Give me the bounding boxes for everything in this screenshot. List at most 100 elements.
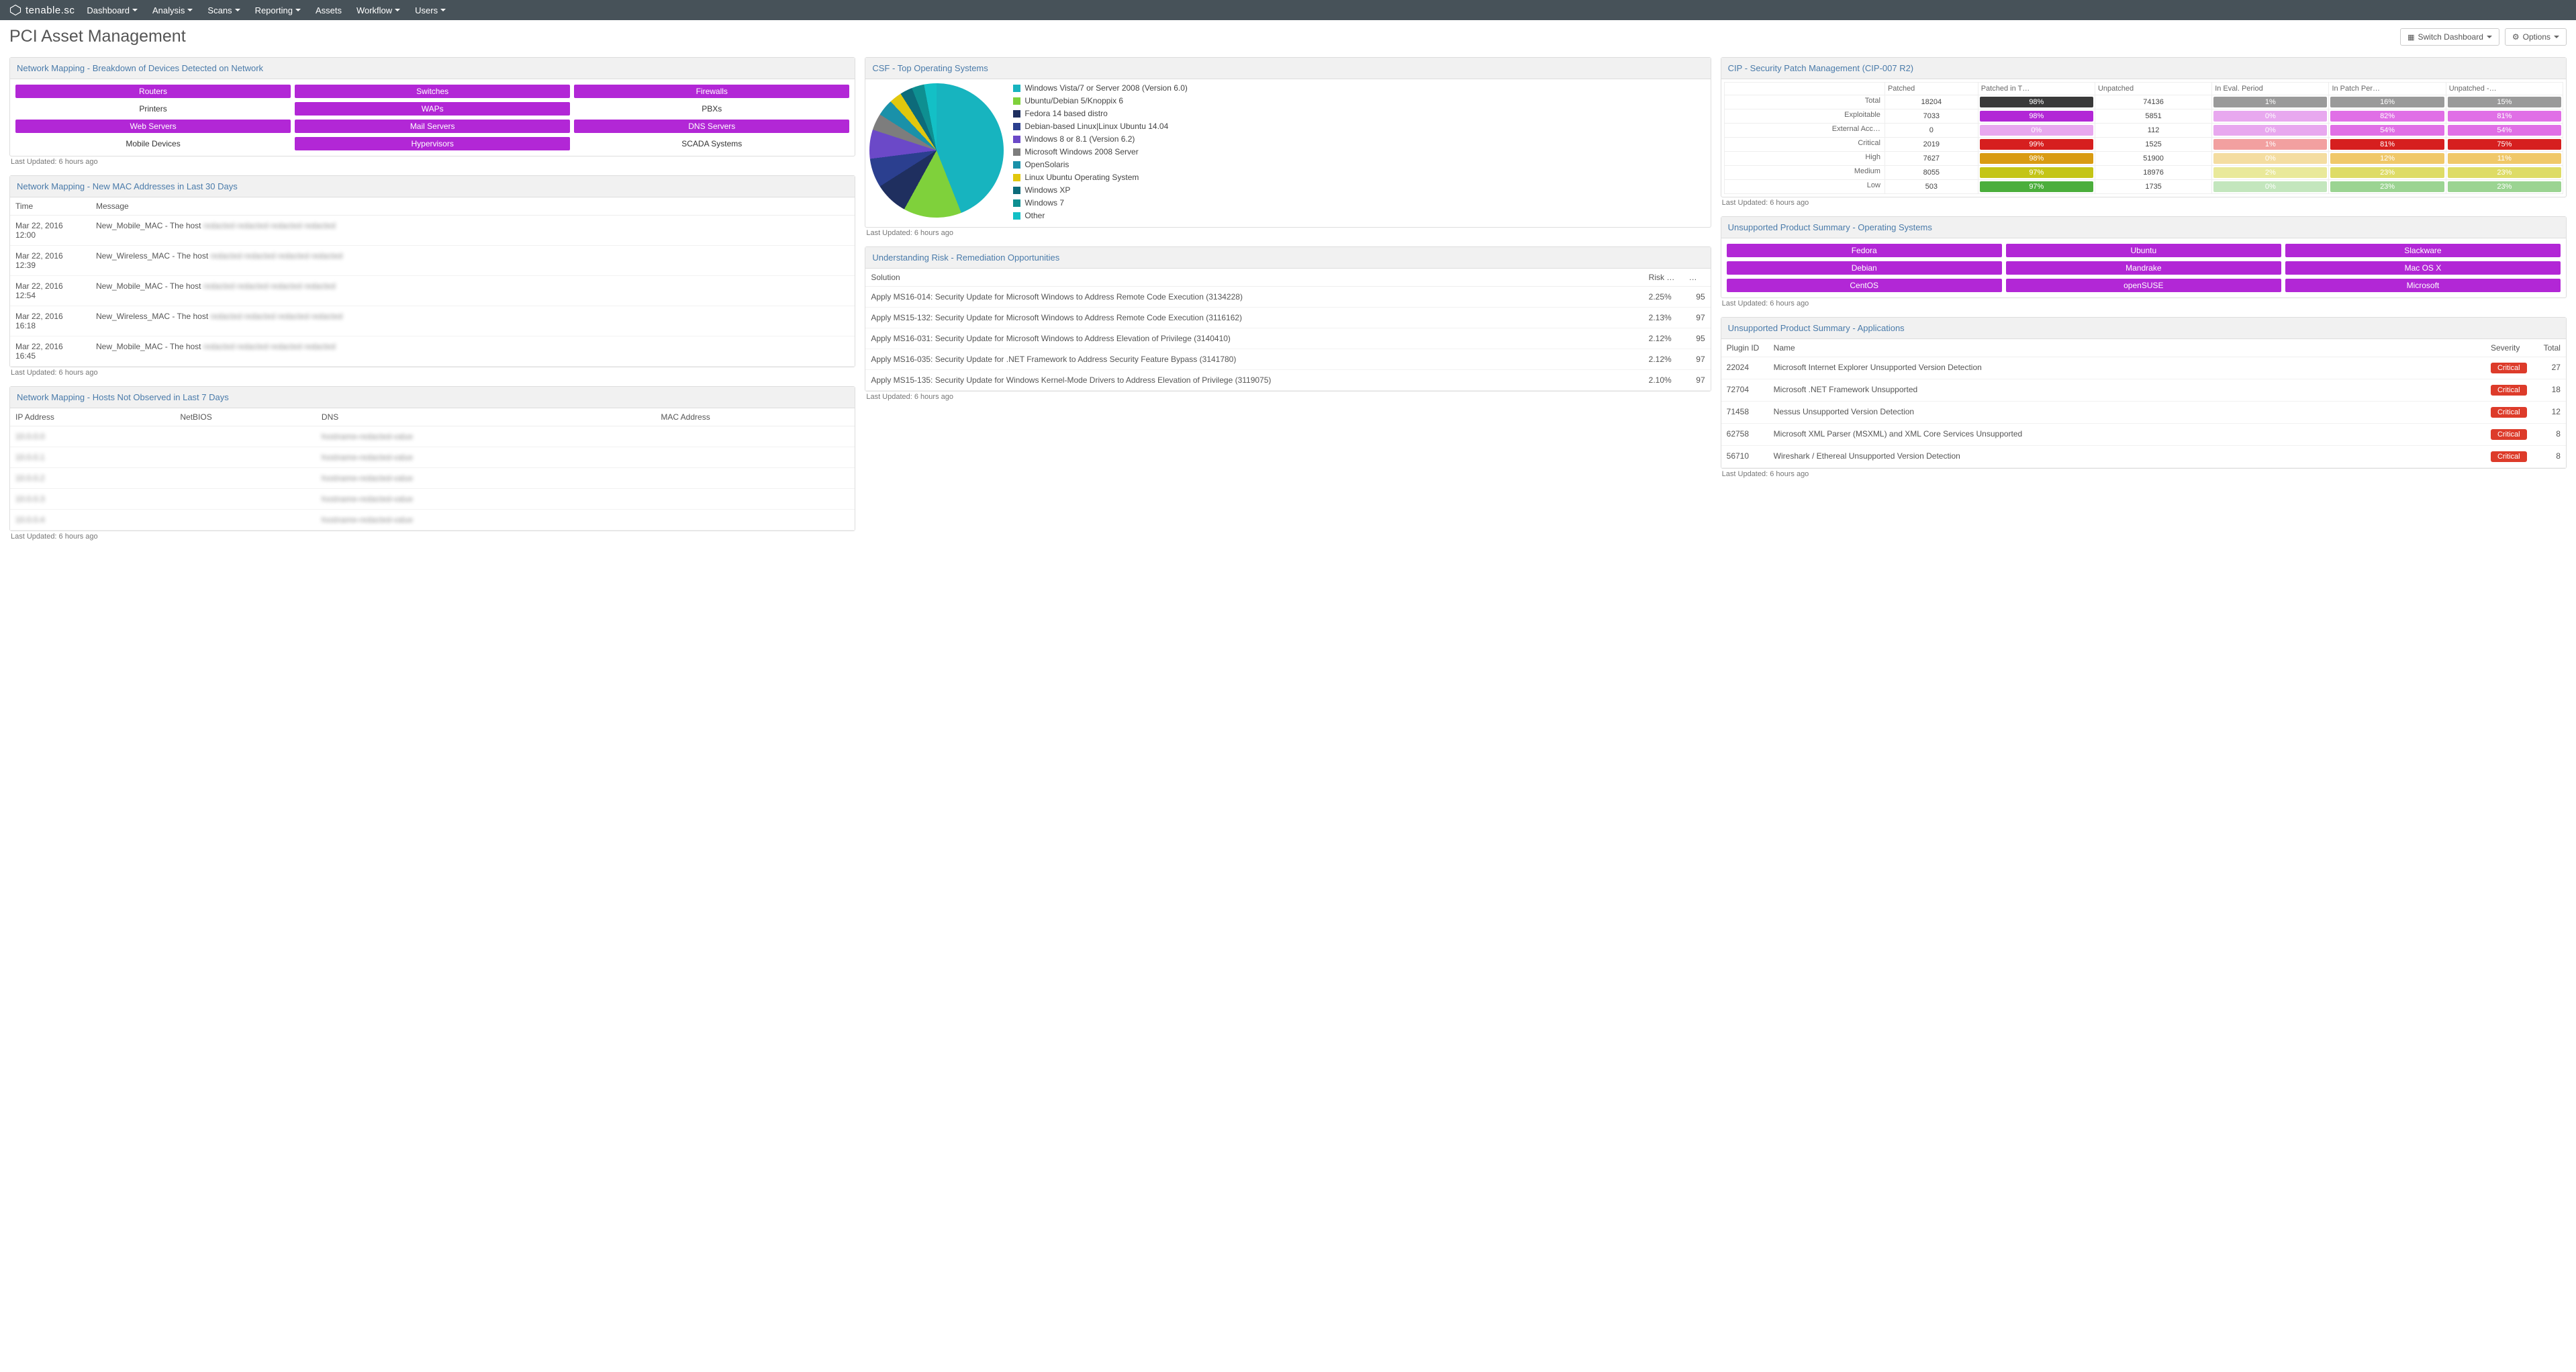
matrix-cell[interactable]: 2% [2212,166,2329,180]
matrix-cell[interactable]: 99% [1978,138,2095,152]
nav-assets[interactable]: Assets [316,5,342,15]
matrix-cell[interactable]: 0% [2212,152,2329,166]
panel-title[interactable]: CSF - Top Operating Systems [865,58,1710,79]
table-row[interactable]: 22024Microsoft Internet Explorer Unsuppo… [1721,357,2566,379]
matrix-cell[interactable]: 16% [2329,95,2446,109]
matrix-cell[interactable]: 0% [2212,124,2329,138]
device-chip[interactable]: Mail Servers [295,120,570,133]
col-header[interactable]: MAC Address [655,408,855,426]
matrix-cell[interactable]: 18204 [1885,95,1978,109]
table-row[interactable]: 10.0.0.0hostname-redacted-value [10,426,855,447]
matrix-cell[interactable]: 23% [2446,180,2563,194]
table-row[interactable]: Apply MS16-031: Security Update for Micr… [865,328,1710,349]
device-chip[interactable]: DNS Servers [574,120,849,133]
table-row[interactable]: 72704Microsoft .NET Framework Unsupporte… [1721,379,2566,402]
matrix-cell[interactable]: 0 [1885,124,1978,138]
matrix-cell[interactable]: 8055 [1885,166,1978,180]
table-row[interactable]: Mar 22, 2016 12:39New_Wireless_MAC - The… [10,246,855,276]
panel-title[interactable]: CIP - Security Patch Management (CIP-007… [1721,58,2566,79]
legend-item[interactable]: Debian-based Linux|Linux Ubuntu 14.04 [1013,122,1188,131]
os-chip[interactable]: Microsoft [2285,279,2561,292]
legend-item[interactable]: Windows XP [1013,185,1188,195]
switch-dashboard-button[interactable]: Switch Dashboard [2400,28,2499,46]
matrix-cell[interactable]: 18976 [2095,166,2211,180]
matrix-cell[interactable]: 23% [2329,180,2446,194]
table-row[interactable]: 56710Wireshark / Ethereal Unsupported Ve… [1721,446,2566,468]
matrix-cell[interactable]: 0% [2212,109,2329,124]
matrix-cell[interactable]: 1735 [2095,180,2211,194]
legend-item[interactable]: Linux Ubuntu Operating System [1013,173,1188,182]
table-row[interactable]: Apply MS16-035: Security Update for .NET… [865,349,1710,370]
nav-reporting[interactable]: Reporting [255,5,301,15]
matrix-cell[interactable]: 81% [2446,109,2563,124]
matrix-cell[interactable]: 15% [2446,95,2563,109]
col-header[interactable]: IP Address [10,408,175,426]
nav-dashboard[interactable]: Dashboard [87,5,138,15]
matrix-cell[interactable]: 23% [2329,166,2446,180]
panel-title[interactable]: Network Mapping - Breakdown of Devices D… [10,58,855,79]
matrix-cell[interactable]: 98% [1978,152,2095,166]
matrix-cell[interactable]: 82% [2329,109,2446,124]
legend-item[interactable]: Fedora 14 based distro [1013,109,1188,118]
legend-item[interactable]: OpenSolaris [1013,160,1188,169]
legend-item[interactable]: Windows 7 [1013,198,1188,208]
nav-analysis[interactable]: Analysis [152,5,193,15]
matrix-cell[interactable]: 7033 [1885,109,1978,124]
matrix-cell[interactable]: 112 [2095,124,2211,138]
legend-item[interactable]: Windows 8 or 8.1 (Version 6.2) [1013,134,1188,144]
col-header[interactable]: Total [2532,339,2566,357]
table-row[interactable]: Mar 22, 2016 12:54New_Mobile_MAC - The h… [10,276,855,306]
table-row[interactable]: Apply MS16-014: Security Update for Micr… [865,287,1710,308]
device-chip[interactable]: Mobile Devices [15,137,291,150]
col-header[interactable]: NetBIOS [175,408,316,426]
col-header[interactable]: DNS [316,408,655,426]
matrix-cell[interactable]: 98% [1978,95,2095,109]
table-row[interactable]: 10.0.0.4hostname-redacted-value [10,510,855,531]
matrix-cell[interactable]: 0% [2212,180,2329,194]
matrix-cell[interactable]: 54% [2329,124,2446,138]
table-row[interactable]: Mar 22, 2016 16:45New_Mobile_MAC - The h… [10,336,855,367]
os-chip[interactable]: CentOS [1727,279,2002,292]
col-header[interactable]: Name [1768,339,2485,357]
legend-item[interactable]: Other [1013,211,1188,220]
os-chip[interactable]: Fedora [1727,244,2002,257]
device-chip[interactable]: Firewalls [574,85,849,98]
table-row[interactable]: Apply MS15-135: Security Update for Wind… [865,370,1710,391]
matrix-cell[interactable]: 54% [2446,124,2563,138]
table-row[interactable]: Apply MS15-132: Security Update for Micr… [865,308,1710,328]
os-chip[interactable]: Slackware [2285,244,2561,257]
matrix-cell[interactable]: 11% [2446,152,2563,166]
device-chip[interactable]: WAPs [295,102,570,116]
matrix-cell[interactable]: 2019 [1885,138,1978,152]
matrix-cell[interactable]: 0% [1978,124,2095,138]
os-chip[interactable]: Mac OS X [2285,261,2561,275]
device-chip[interactable]: PBXs [574,102,849,116]
device-chip[interactable]: Web Servers [15,120,291,133]
panel-title[interactable]: Unsupported Product Summary - Applicatio… [1721,318,2566,339]
table-row[interactable]: 10.0.0.3hostname-redacted-value [10,489,855,510]
os-pie-chart[interactable] [869,83,1004,218]
matrix-cell[interactable]: 5851 [2095,109,2211,124]
matrix-cell[interactable]: 23% [2446,166,2563,180]
nav-scans[interactable]: Scans [207,5,240,15]
device-chip[interactable]: Routers [15,85,291,98]
panel-title[interactable]: Network Mapping - Hosts Not Observed in … [10,387,855,408]
col-header[interactable]: … [1684,269,1711,287]
matrix-cell[interactable]: 503 [1885,180,1978,194]
matrix-cell[interactable]: 75% [2446,138,2563,152]
table-row[interactable]: 62758Microsoft XML Parser (MSXML) and XM… [1721,424,2566,446]
device-chip[interactable]: SCADA Systems [574,137,849,150]
matrix-cell[interactable]: 1% [2212,138,2329,152]
matrix-cell[interactable]: 98% [1978,109,2095,124]
col-header[interactable]: Time [10,197,91,216]
matrix-cell[interactable]: 97% [1978,166,2095,180]
legend-item[interactable]: Ubuntu/Debian 5/Knoppix 6 [1013,96,1188,105]
nav-users[interactable]: Users [415,5,446,15]
matrix-cell[interactable]: 74136 [2095,95,2211,109]
options-button[interactable]: Options [2505,28,2567,46]
os-chip[interactable]: openSUSE [2006,279,2281,292]
matrix-cell[interactable]: 1525 [2095,138,2211,152]
device-chip[interactable]: Hypervisors [295,137,570,150]
matrix-cell[interactable]: 7627 [1885,152,1978,166]
col-header[interactable]: Severity [2485,339,2532,357]
